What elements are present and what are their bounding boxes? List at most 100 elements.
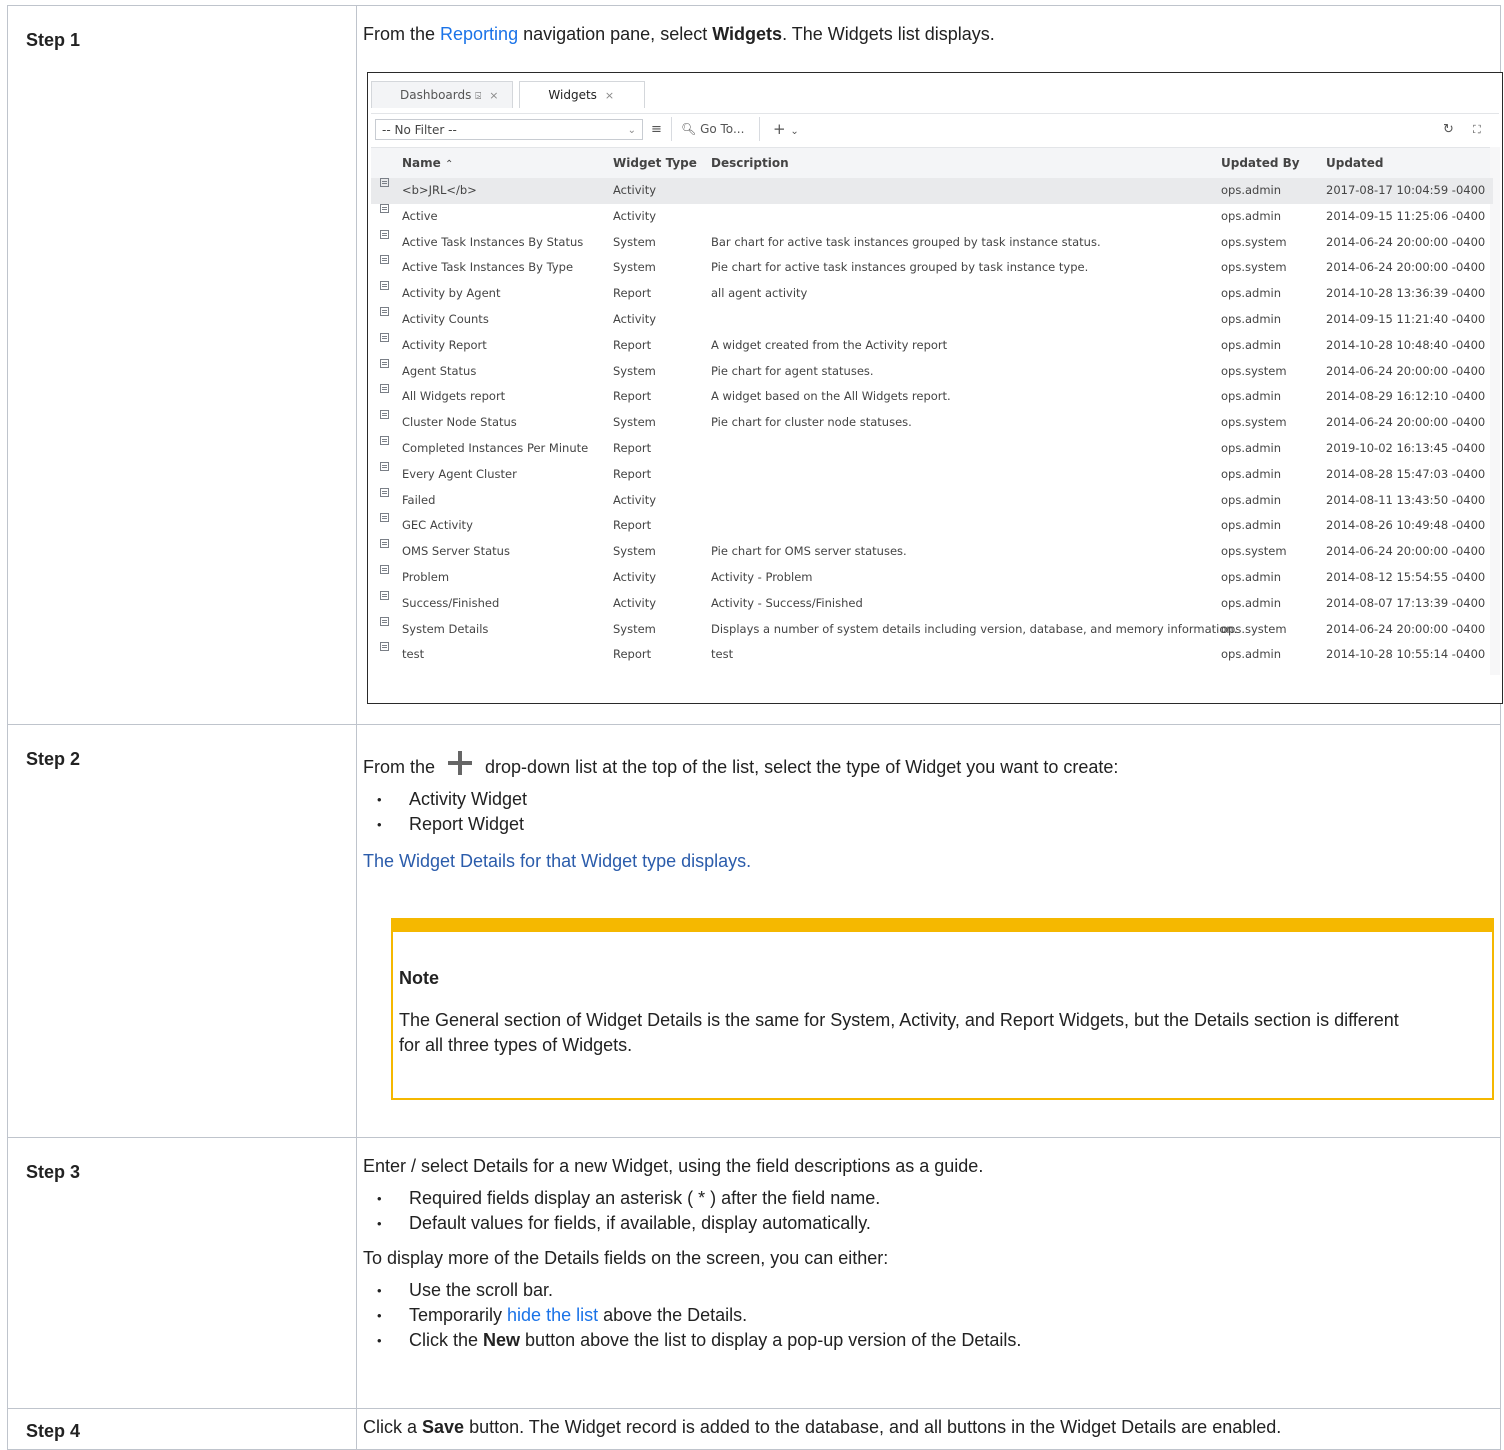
record-icon [380,590,389,600]
step-1-text-c: . The Widgets list displays. [782,24,995,44]
table-row[interactable]: System Details System Displays a number of… [371,616,1493,643]
cell-by: ops.admin [1221,337,1282,352]
cell-type: System [613,621,656,636]
close-icon[interactable]: × [489,89,498,102]
option-3-text-b: button above the list to display a pop-u… [520,1330,1022,1350]
table-row[interactable]: test Report test ops.admin 2014-10-28 10:55:… [371,642,1493,668]
table-row[interactable]: Cluster Node Status System Pie chart for c… [371,410,1493,436]
hide-the-list-link[interactable]: hide the list [507,1305,598,1325]
pin-icon[interactable]: ⍄ [475,91,481,102]
step-1-label: Step 1 [26,30,81,50]
add-widget-button[interactable]: + ⌄ [773,119,799,140]
cell-by: ops.admin [1221,311,1282,326]
cell-updated: 2014-06-24 20:00:00 -0400 [1326,621,1486,636]
filter-select[interactable]: -- No Filter -- ⌄ [375,119,643,140]
cell-type: Report [613,647,652,662]
step-2-result: The Widget Details for that Widget type … [363,851,752,871]
filter-options-icon[interactable]: ≡ [651,119,662,140]
cell-updated: 2017-08-17 10:04:59 -0400 [1326,183,1486,197]
note-title: Note [399,968,439,988]
table-row[interactable]: GEC Activity Report ops.admin 2014-08-26 10… [371,513,1493,539]
cell-desc: Activity - Problem [711,569,813,584]
table-row[interactable]: Activity Report Report A widget created fr… [371,332,1493,359]
table-row[interactable]: Activity Counts Activity ops.admin 2014-09-… [371,306,1493,333]
step-3-label: Step 3 [26,1162,81,1182]
cell-type: Report [613,286,652,301]
cell-name: System Details [402,621,489,636]
step-4-bold: Save [422,1417,465,1437]
cell-updated: 2014-06-24 20:00:00 -0400 [1326,363,1486,378]
step-3-options-list: Use the scroll bar. Temporarily hide the… [363,1278,1494,1353]
cell-type: Activity [613,569,657,584]
step-2-text: From the drop-down list at the top of the… [363,749,1494,779]
step-4-label: Step 4 [26,1421,81,1441]
table-row[interactable]: Failed Activity ops.admin 2014-08-11 13:43:… [371,487,1493,514]
cell-by: ops.system [1221,234,1287,249]
column-name[interactable]: Name ⌃ [402,156,453,170]
maximize-icon[interactable]: ⛶ [1473,119,1481,140]
cell-updated: 2014-09-15 11:21:40 -0400 [1326,311,1486,326]
goto-button[interactable]: 🔍︎ Go To... [681,119,744,140]
record-icon [380,513,389,523]
cell-by: ops.admin [1221,569,1282,584]
cell-type: Report [613,389,652,404]
record-icon [380,435,389,445]
cell-name: Failed [402,492,436,507]
cell-updated: 2014-08-07 17:13:39 -0400 [1326,595,1486,610]
table-row[interactable]: Problem Activity Activity - Problem ops.adm… [371,564,1493,591]
table-row[interactable]: All Widgets report Report A widget based o… [371,384,1493,410]
option-3-bold: New [483,1330,521,1350]
cell-name: Cluster Node Status [402,415,517,430]
cell-updated: 2014-06-24 20:00:00 -0400 [1326,544,1486,559]
refresh-icon[interactable]: ↻ [1443,119,1454,140]
cell-desc: Pie chart for cluster node statuses. [711,415,912,430]
cell-name: Every Agent Cluster [402,466,517,481]
table-row[interactable]: Completed Instances Per Minute Report ops.… [371,435,1493,462]
option-2-text-a: Temporarily [409,1305,508,1325]
cell-by: ops.admin [1221,518,1282,533]
table-row[interactable]: Active Task Instances By Status System Bar… [371,229,1493,256]
close-icon[interactable]: × [605,89,614,102]
tab-bar: Dashboards ⍄ × Widgets × [371,81,651,109]
tab-dashboards[interactable]: Dashboards ⍄ × [371,81,514,108]
step-2-label: Step 2 [26,749,81,769]
chevron-down-icon: ⌄ [790,126,799,137]
table-row[interactable]: Active Task Instances By Type System Pie c… [371,255,1493,281]
grid-header: Name ⌃ Widget Type Description Updated B… [371,147,1499,179]
column-updated-by[interactable]: Updated By [1221,156,1300,170]
cell-updated: 2014-06-24 20:00:00 -0400 [1326,260,1486,275]
table-row[interactable]: <b>JRL</b> Activity ops.admin 2017-08-17 10… [371,178,1493,204]
cell-updated: 2014-10-28 10:48:40 -0400 [1326,337,1486,352]
step-3-list: Required fields display an asterisk ( * … [363,1186,1494,1236]
step-4-body: Click a Save button. The Widget record i… [356,1408,1501,1450]
table-row[interactable]: Activity by Agent Report all agent activit… [371,281,1493,307]
record-icon [380,642,389,652]
table-row[interactable]: Active Activity ops.admin 2014-09-15 11:25:… [371,203,1493,230]
table-row[interactable]: Agent Status System Pie chart for agent st… [371,358,1493,385]
table-row[interactable]: Every Agent Cluster Report ops.admin 2014-0… [371,461,1493,488]
cell-desc: Displays a number of system details incl… [711,621,1238,636]
note-body: The General section of Widget Details is… [399,1010,1399,1055]
chevron-down-icon: ⌄ [627,125,636,136]
record-icon [380,564,389,574]
step-4-text: Click a Save button. The Widget record i… [363,1415,1494,1439]
tab-widgets[interactable]: Widgets × [519,81,646,108]
column-description[interactable]: Description [711,156,789,170]
column-widget-type[interactable]: Widget Type [613,156,697,170]
cell-by: ops.admin [1221,595,1282,610]
table-row[interactable]: OMS Server Status System Pie chart for OMS… [371,539,1493,565]
cell-by: ops.admin [1221,208,1282,223]
widget-type-list: Activity Widget Report Widget [363,787,1494,837]
record-icon [380,306,389,316]
column-updated[interactable]: Updated [1326,156,1384,170]
cell-name: Active [402,208,438,223]
cell-name: Success/Finished [402,595,500,610]
cell-by: ops.admin [1221,389,1282,404]
reporting-link[interactable]: Reporting [440,24,518,44]
table-row[interactable]: Success/Finished Activity Activity - Succe… [371,590,1493,617]
list-item: Click the New button above the list to d… [363,1328,1494,1353]
option-2-text-b: above the Details. [598,1305,748,1325]
cell-by: ops.admin [1221,647,1282,662]
cell-type: System [613,363,656,378]
record-icon [380,539,389,549]
